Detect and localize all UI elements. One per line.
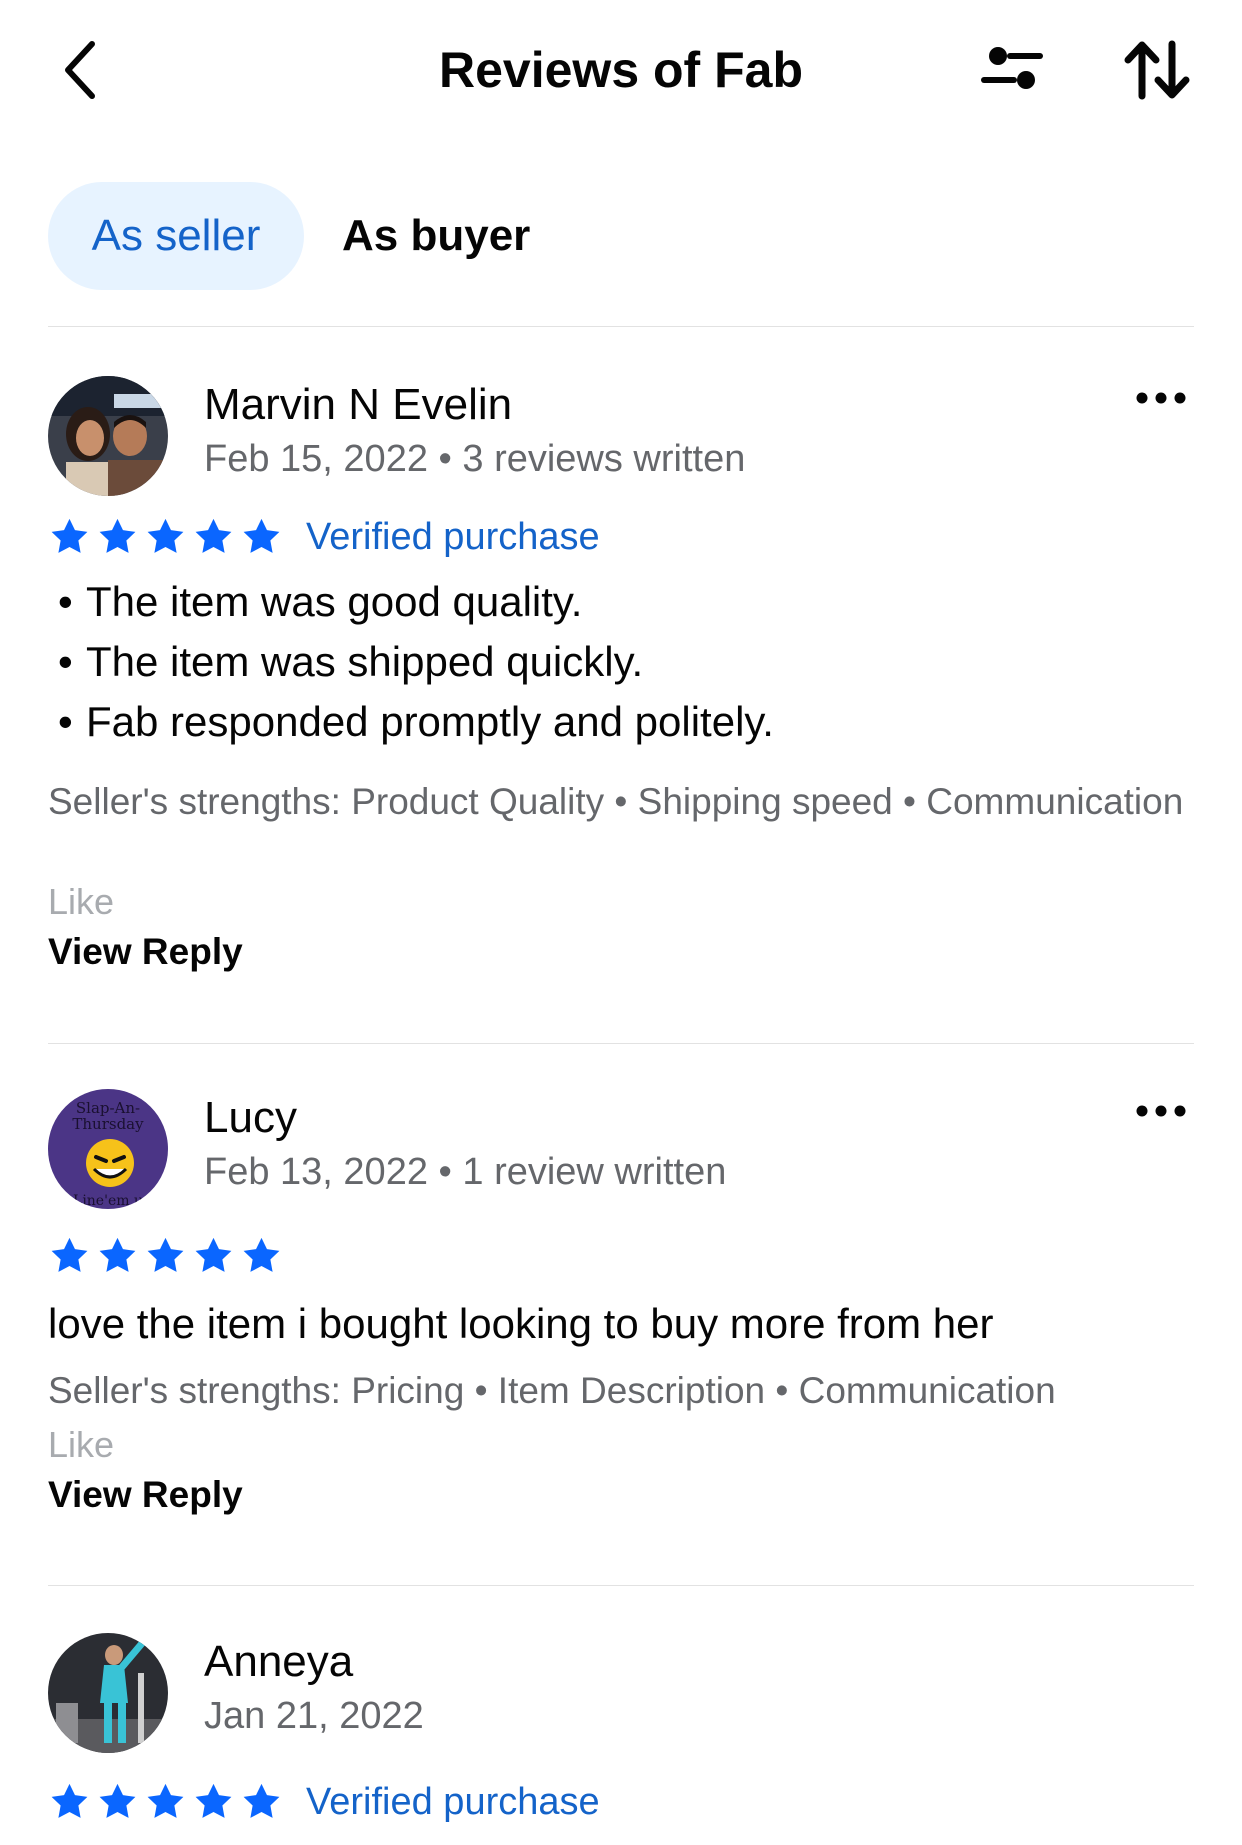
- star-icon: [48, 1235, 91, 1278]
- svg-text:Line'em u: Line'em u: [73, 1193, 143, 1209]
- page-title: Reviews of Fab: [439, 42, 803, 98]
- filter-button[interactable]: [980, 42, 1044, 98]
- divider: [48, 326, 1194, 327]
- svg-text:Thursday: Thursday: [72, 1115, 144, 1133]
- reviewer-name[interactable]: Marvin N Evelin: [204, 378, 512, 432]
- more-dots-icon: [1136, 1105, 1186, 1117]
- more-options-button[interactable]: [1134, 1101, 1188, 1121]
- star-icon: [96, 1781, 139, 1824]
- star-rating: [48, 1235, 283, 1278]
- review-meta: Jan 21, 2022: [204, 1695, 424, 1737]
- star-icon: [48, 1781, 91, 1824]
- tab-as-seller[interactable]: As seller: [48, 182, 304, 290]
- sort-button[interactable]: [1124, 38, 1190, 102]
- avatar[interactable]: [48, 1633, 168, 1753]
- star-icon: [96, 1235, 139, 1278]
- divider: [48, 1585, 1194, 1586]
- review-text: love the item i bought looking to buy mo…: [48, 1300, 994, 1347]
- review-card: Marvin N Evelin Feb 15, 2022 • 3 reviews…: [48, 376, 1194, 1016]
- star-icon: [96, 516, 139, 559]
- star-icon: [240, 516, 283, 559]
- seller-strengths: Seller's strengths: Product Quality • Sh…: [48, 781, 1184, 822]
- star-icon: [192, 1235, 235, 1278]
- reviewer-name[interactable]: Anneya: [204, 1635, 353, 1689]
- review-meta: Feb 15, 2022 • 3 reviews written: [204, 438, 746, 480]
- list-item: • Fab responded promptly and politely.: [58, 698, 774, 745]
- like-button[interactable]: Like: [48, 1423, 114, 1467]
- verified-purchase-label: Verified purchase: [306, 1781, 600, 1823]
- review-meta: Feb 13, 2022 • 1 review written: [204, 1151, 727, 1193]
- star-icon: [192, 516, 235, 559]
- review-bullet-list: • The item was good quality. • The item wa…: [58, 572, 774, 752]
- star-icon: [240, 1781, 283, 1824]
- star-rating: [48, 516, 283, 559]
- view-reply-button[interactable]: View Reply: [48, 930, 243, 974]
- like-button[interactable]: Like: [48, 880, 114, 924]
- avatar[interactable]: Slap-An- Thursday Line'em u: [48, 1089, 168, 1209]
- star-icon: [240, 1235, 283, 1278]
- avatar[interactable]: [48, 376, 168, 496]
- more-options-button[interactable]: [1134, 388, 1188, 408]
- divider: [48, 1043, 1194, 1044]
- review-card: Anneya Jan 21, 2022 Verified purchase: [48, 1633, 1194, 1845]
- list-item: • The item was shipped quickly.: [58, 638, 644, 685]
- star-icon: [144, 516, 187, 559]
- review-card: Slap-An- Thursday Line'em u Lucy Feb 13,…: [48, 1089, 1194, 1549]
- star-rating: [48, 1781, 283, 1824]
- tab-as-buyer[interactable]: As buyer: [342, 182, 562, 290]
- star-icon: [48, 516, 91, 559]
- filter-sliders-icon: [981, 47, 1043, 89]
- star-icon: [192, 1781, 235, 1824]
- list-item: • The item was good quality.: [58, 578, 583, 625]
- reviewer-name[interactable]: Lucy: [204, 1091, 297, 1145]
- sort-arrows-icon: [1124, 40, 1190, 100]
- more-dots-icon: [1136, 392, 1186, 404]
- verified-purchase-label: Verified purchase: [306, 516, 600, 558]
- star-icon: [144, 1235, 187, 1278]
- view-reply-button[interactable]: View Reply: [48, 1473, 243, 1517]
- star-icon: [144, 1781, 187, 1824]
- header-bar: Reviews of Fab: [0, 0, 1242, 140]
- seller-strengths: Seller's strengths: Pricing • Item Descr…: [48, 1370, 1056, 1411]
